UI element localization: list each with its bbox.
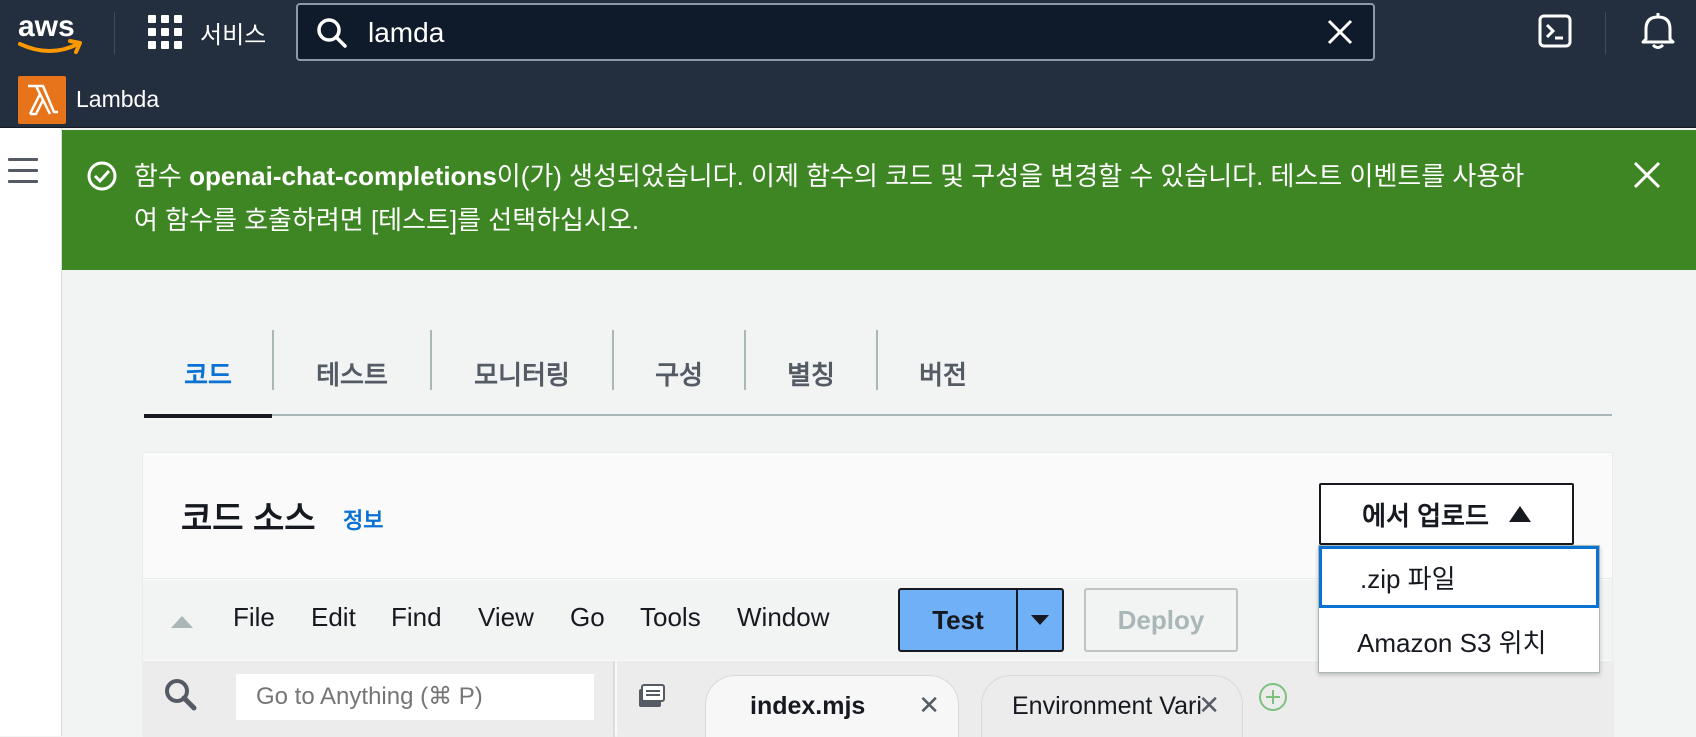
close-tab-icon[interactable]: ✕ (918, 690, 940, 721)
cloudshell-icon[interactable] (1538, 14, 1572, 48)
success-flash-banner: 함수 openai-chat-completions이(가) 생성되었습니다. … (62, 130, 1696, 270)
ide-file-search-area (143, 661, 615, 737)
service-shortcut-bar: Lambda (0, 66, 1696, 128)
search-icon (317, 18, 347, 48)
menu-go[interactable]: Go (570, 602, 605, 633)
notifications-bell-icon[interactable] (1640, 12, 1676, 50)
upload-s3-option[interactable]: Amazon S3 위치 (1319, 610, 1599, 672)
upload-from-button[interactable]: 에서 업로드 (1319, 483, 1574, 545)
go-to-anything-input[interactable] (235, 673, 595, 721)
top-navigation-bar: aws 서비스 lamda (0, 0, 1696, 66)
upload-from-dropdown: .zip 파일 Amazon S3 위치 (1318, 545, 1600, 673)
menu-file[interactable]: File (233, 602, 275, 633)
left-navigation-rail (0, 128, 62, 736)
info-link[interactable]: 정보 (343, 503, 383, 535)
code-source-title: 코드 소스 (181, 500, 316, 538)
function-tabs: 코드 테스트 모니터링 구성 별칭 버전 (144, 330, 1612, 418)
menu-hamburger-icon[interactable] (8, 158, 38, 191)
upload-zip-option[interactable]: .zip 파일 (1319, 546, 1599, 608)
file-list-icon[interactable] (637, 683, 665, 709)
banner-function-name: openai-chat-completions (189, 161, 497, 191)
menu-window[interactable]: Window (737, 602, 829, 633)
lambda-service-icon[interactable] (18, 76, 66, 124)
lambda-shortcut-label[interactable]: Lambda (76, 86, 159, 113)
caret-down-icon (1031, 615, 1049, 625)
deploy-button[interactable]: Deploy (1084, 588, 1238, 652)
test-dropdown-button[interactable] (1018, 590, 1062, 650)
services-grid-icon (148, 15, 182, 49)
success-check-icon (87, 161, 117, 191)
menu-view[interactable]: View (478, 602, 534, 633)
services-label: 서비스 (200, 21, 267, 49)
close-tab-icon[interactable]: ✕ (1198, 690, 1220, 721)
editor-tab-env-vars[interactable]: Environment Vari ✕ (981, 675, 1243, 737)
menu-edit[interactable]: Edit (311, 602, 356, 633)
collapse-caret-icon[interactable] (171, 616, 193, 628)
tab-monitoring[interactable]: 모니터링 (432, 330, 612, 416)
add-tab-plus-icon[interactable] (1257, 681, 1289, 713)
services-menu-button[interactable]: 서비스 (148, 14, 266, 50)
test-button[interactable]: Test (900, 590, 1018, 650)
topbar-divider (114, 12, 115, 54)
tab-versions[interactable]: 버전 (878, 330, 1008, 416)
topbar-divider (1605, 12, 1606, 54)
tab-configuration[interactable]: 구성 (614, 330, 744, 416)
editor-tab-label: Environment Vari (1012, 692, 1202, 720)
menu-find[interactable]: Find (391, 602, 442, 633)
clear-search-icon[interactable] (1325, 17, 1355, 47)
search-input[interactable]: lamda (368, 17, 444, 49)
tab-test[interactable]: 테스트 (274, 330, 430, 416)
editor-tab-label: index.mjs (750, 692, 866, 720)
svg-text:aws: aws (18, 10, 75, 43)
aws-logo[interactable]: aws (16, 8, 88, 56)
upload-from-label: 에서 업로드 (1362, 500, 1489, 531)
tab-code[interactable]: 코드 (144, 330, 272, 418)
search-icon (165, 679, 197, 711)
banner-message: 함수 openai-chat-completions이(가) 생성되었습니다. … (134, 161, 1525, 235)
tab-aliases[interactable]: 별칭 (746, 330, 876, 416)
search-box[interactable]: lamda (296, 3, 1375, 61)
menu-tools[interactable]: Tools (640, 602, 701, 633)
caret-up-icon (1508, 506, 1531, 522)
close-banner-icon[interactable] (1632, 160, 1662, 190)
editor-tab-index[interactable]: index.mjs ✕ (705, 675, 959, 737)
test-split-button: Test (898, 588, 1064, 652)
